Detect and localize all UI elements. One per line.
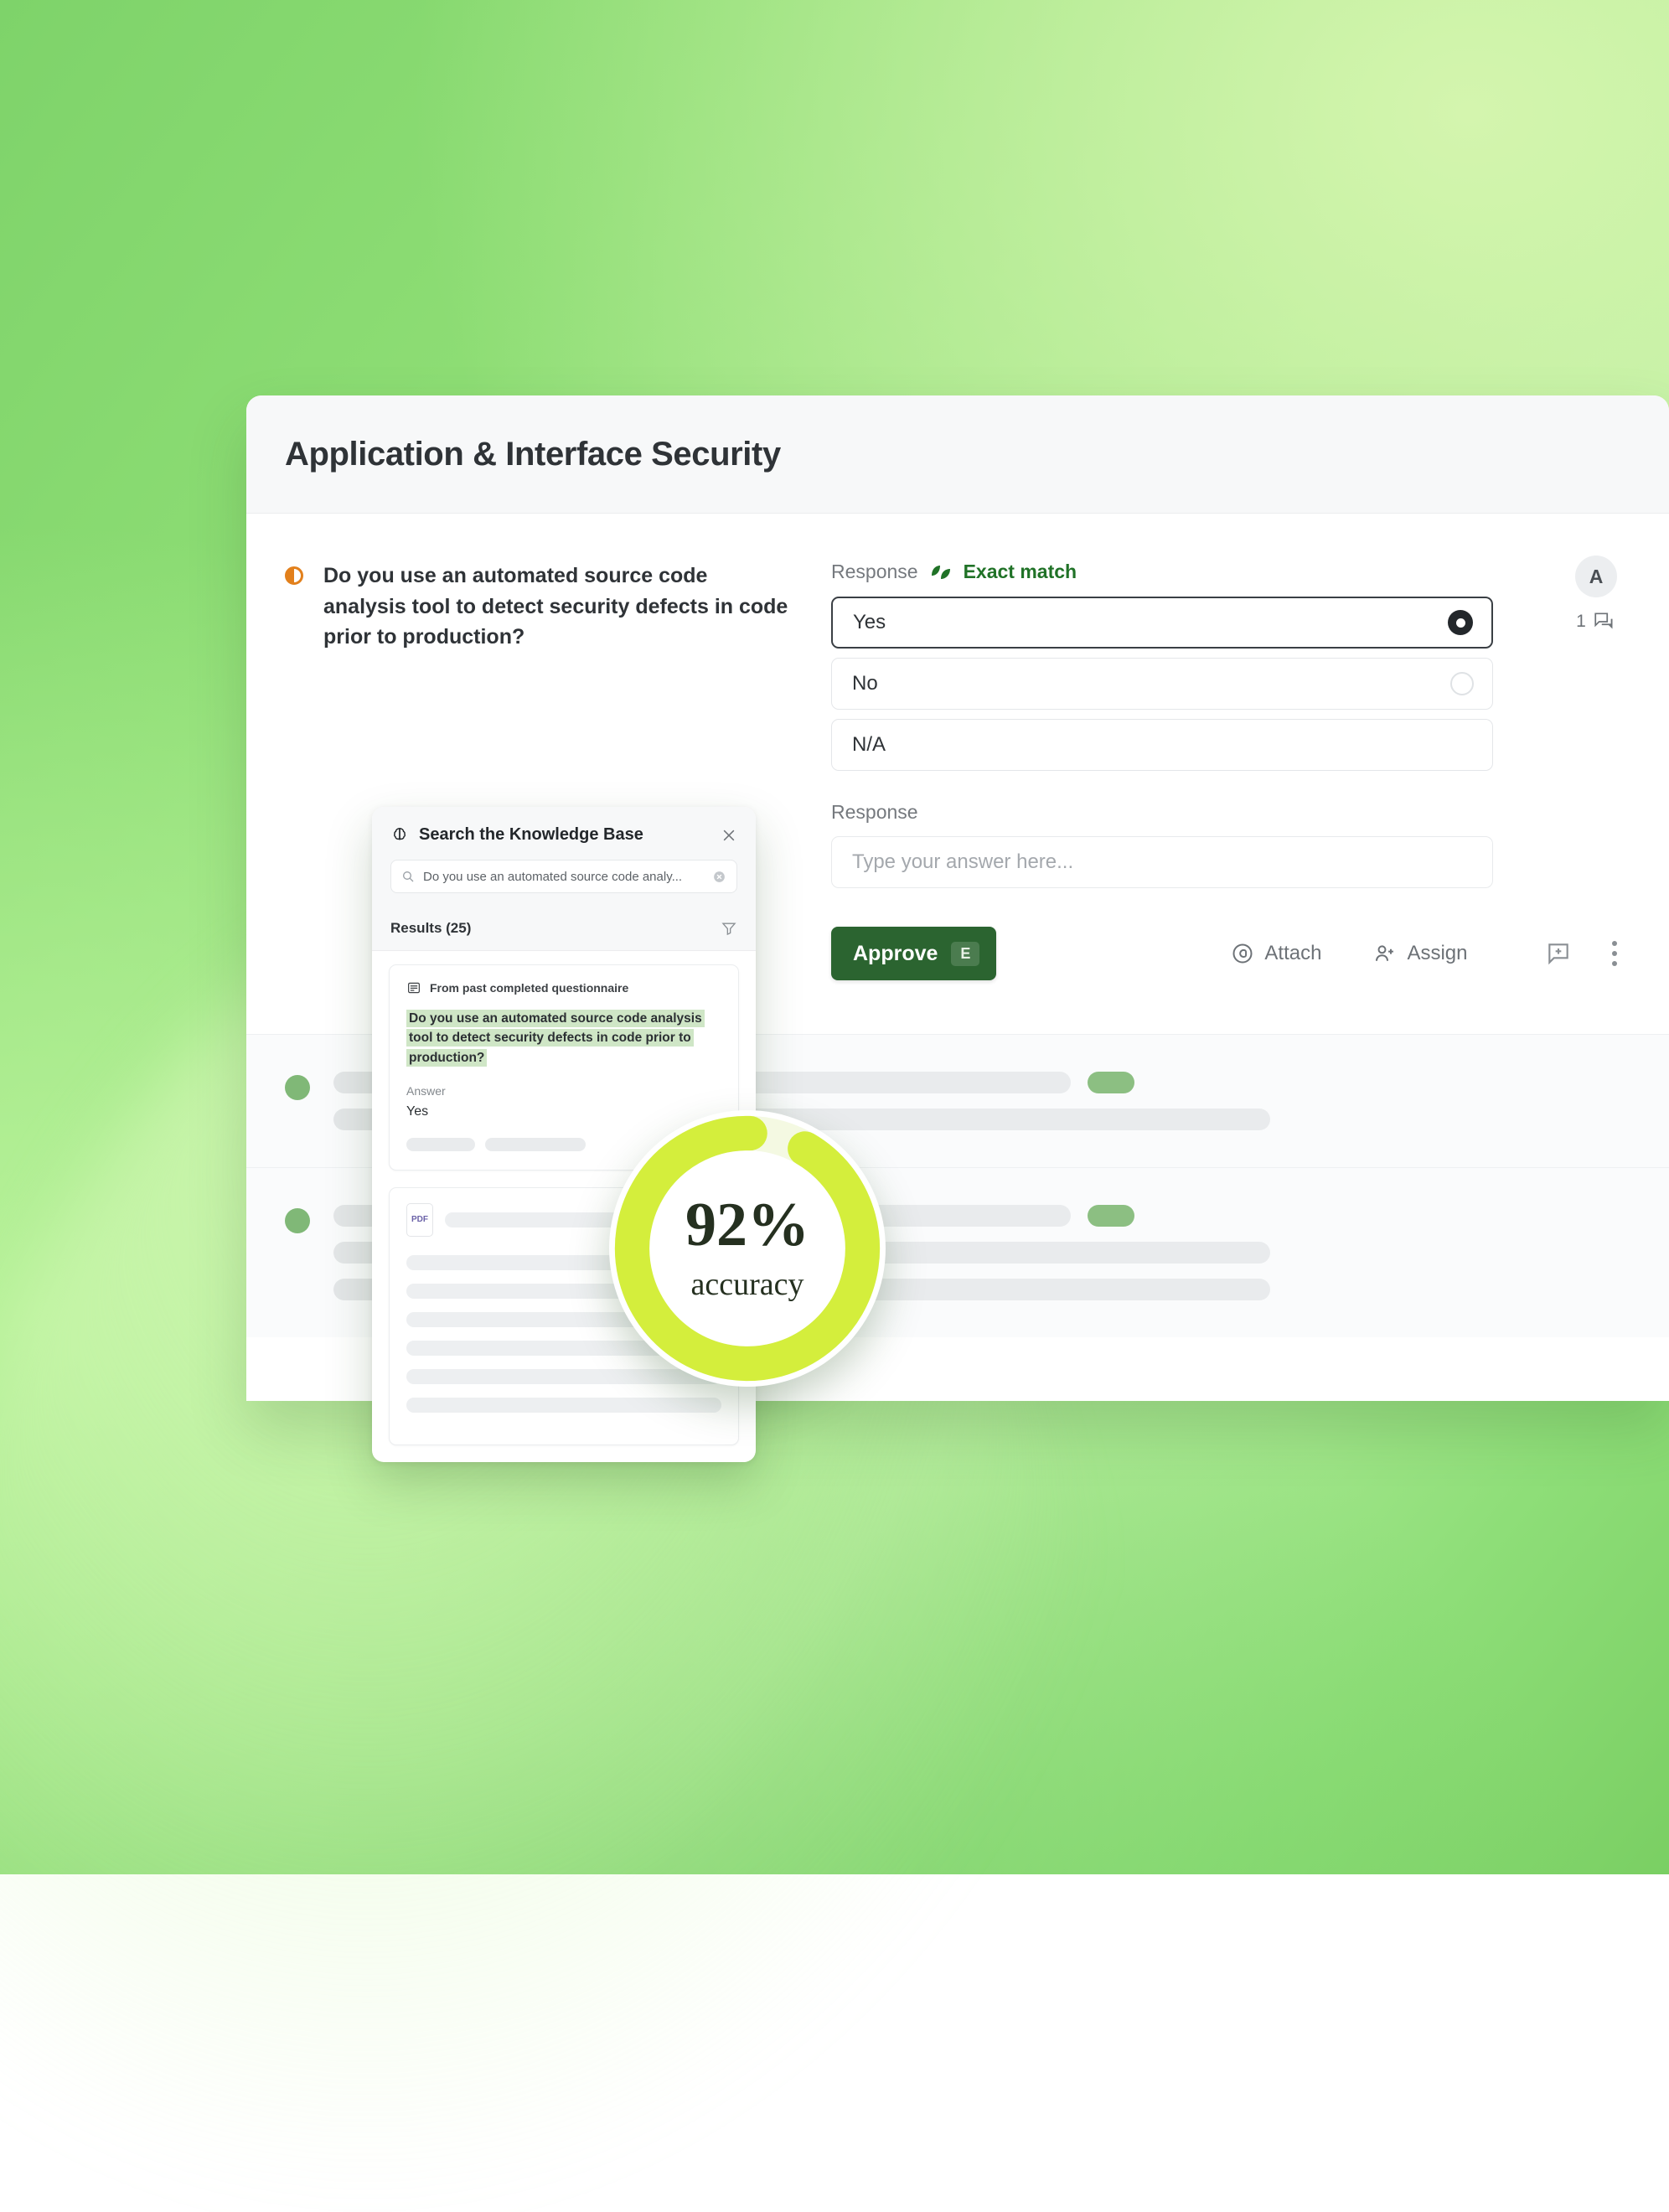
close-icon[interactable] xyxy=(721,827,737,844)
attach-button[interactable]: Attach xyxy=(1231,942,1321,965)
comments-icon xyxy=(1593,611,1616,633)
kb-skeleton-line xyxy=(406,1398,721,1413)
status-indicator xyxy=(285,561,323,980)
response-text-label: Response xyxy=(831,801,1493,824)
question-meta: A 1 xyxy=(1567,556,1625,633)
accuracy-value: 92% xyxy=(685,1194,809,1256)
kb-result-source: From past completed questionnaire xyxy=(406,980,721,995)
attach-label: Attach xyxy=(1264,942,1321,965)
leaf-icon xyxy=(930,565,952,580)
brain-icon xyxy=(390,826,409,845)
approve-button-label: Approve xyxy=(853,942,938,966)
add-comment-button[interactable] xyxy=(1545,940,1572,967)
kb-results-header: Results (25) xyxy=(372,908,756,951)
row-status-dot xyxy=(285,1075,310,1100)
kb-chip xyxy=(406,1138,475,1151)
attach-icon xyxy=(1231,942,1254,965)
search-icon xyxy=(401,870,415,883)
more-dot-2 xyxy=(1612,951,1617,956)
comment-count-value: 1 xyxy=(1576,612,1586,632)
accuracy-badge: 92% accuracy xyxy=(609,1110,886,1387)
action-bar: Approve E Attach Assign xyxy=(831,927,1669,980)
page-title: Application & Interface Security xyxy=(285,436,781,473)
option-na-label: N/A xyxy=(852,733,886,757)
radio-selected-icon[interactable] xyxy=(1448,610,1473,635)
row-skeleton-badge xyxy=(1088,1205,1134,1227)
add-comment-icon xyxy=(1545,940,1572,967)
option-yes[interactable]: Yes xyxy=(831,597,1493,649)
assign-button[interactable]: Assign xyxy=(1373,942,1467,965)
answer-input-placeholder: Type your answer here... xyxy=(852,850,1073,874)
more-options-button[interactable] xyxy=(1612,941,1617,966)
results-count-label: Results (25) xyxy=(390,920,471,937)
filter-icon[interactable] xyxy=(721,920,737,937)
pdf-file-icon: PDF xyxy=(406,1203,433,1237)
option-yes-label: Yes xyxy=(853,611,886,634)
search-input[interactable]: Do you use an automated source code anal… xyxy=(390,860,737,893)
exact-match-badge: Exact match xyxy=(964,561,1077,583)
response-header: Response Exact match xyxy=(831,561,1493,583)
avatar[interactable]: A xyxy=(1575,556,1617,597)
answer-input[interactable]: Type your answer here... xyxy=(831,836,1493,888)
accuracy-label: accuracy xyxy=(685,1266,809,1303)
row-skeleton-badge xyxy=(1088,1072,1134,1093)
response-label: Response xyxy=(831,561,918,583)
comment-count[interactable]: 1 xyxy=(1567,611,1625,633)
clear-circle-icon[interactable] xyxy=(712,870,726,884)
half-circle-icon xyxy=(285,566,303,585)
assign-label: Assign xyxy=(1407,942,1467,965)
kb-source-label: From past completed questionnaire xyxy=(430,981,628,995)
document-icon xyxy=(406,980,421,995)
option-no-label: No xyxy=(852,672,878,695)
option-na[interactable]: N/A xyxy=(831,719,1493,771)
assign-user-icon xyxy=(1373,942,1397,965)
more-vertical-icon xyxy=(1612,941,1617,946)
kb-result-question: Do you use an automated source code anal… xyxy=(406,1009,721,1067)
approve-shortcut-badge: E xyxy=(951,942,979,966)
option-no[interactable]: No xyxy=(831,658,1493,710)
kb-header: Search the Knowledge Base Do you use an … xyxy=(372,807,756,908)
answer-column: Response Exact match Yes No N/A Response xyxy=(831,561,1493,980)
approve-button[interactable]: Approve E xyxy=(831,927,996,980)
search-input-value: Do you use an automated source code anal… xyxy=(423,870,704,884)
panel-header: Application & Interface Security xyxy=(246,395,1669,514)
row-status-dot xyxy=(285,1208,310,1233)
radio-unselected-icon[interactable] xyxy=(1450,672,1474,695)
kb-title: Search the Knowledge Base xyxy=(419,825,710,845)
kb-chip xyxy=(485,1138,586,1151)
kb-answer-label: Answer xyxy=(406,1084,721,1098)
more-dot-3 xyxy=(1612,961,1617,966)
